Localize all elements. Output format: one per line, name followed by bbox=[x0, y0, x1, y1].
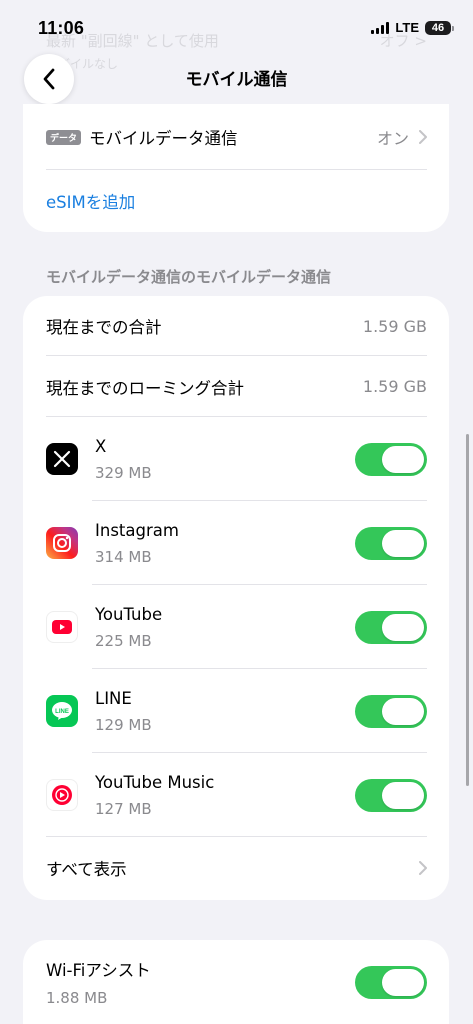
app-usage: 129 MB bbox=[95, 715, 152, 734]
chevron-left-icon bbox=[43, 68, 55, 90]
wifi-assist-usage: 1.88 MB bbox=[46, 989, 108, 1007]
back-button[interactable] bbox=[24, 54, 74, 104]
scrolled-under-label: 最新 "副回線" として使用 bbox=[46, 32, 219, 50]
youtube-app-icon bbox=[46, 611, 78, 643]
app-usage: 329 MB bbox=[95, 463, 152, 482]
app-name: YouTube bbox=[95, 604, 163, 624]
current-total-value: 1.59 GB bbox=[362, 316, 427, 336]
app-row-x: X 329 MB bbox=[23, 417, 449, 501]
app-row-line: LINE LINE 129 MB bbox=[23, 669, 449, 753]
page-title: モバイル通信 bbox=[185, 69, 288, 90]
app-usage: 127 MB bbox=[95, 799, 152, 818]
youtube-music-data-toggle[interactable] bbox=[355, 778, 427, 812]
app-usage: 314 MB bbox=[95, 547, 152, 566]
chevron-right-icon bbox=[419, 861, 427, 875]
app-usage: 225 MB bbox=[95, 631, 152, 650]
navigation-bar: モバイル通信 bbox=[0, 52, 473, 108]
line-app-icon: LINE bbox=[46, 695, 78, 727]
wifi-assist-label: Wi-Fiアシスト bbox=[46, 961, 151, 980]
instagram-app-icon bbox=[46, 527, 78, 559]
roaming-total-value: 1.59 GB bbox=[362, 377, 427, 396]
roaming-total-label: 現在までのローミング合計 bbox=[46, 378, 244, 398]
app-row-youtube: YouTube 225 MB bbox=[23, 585, 449, 669]
section-header: モバイルデータ通信のモバイルデータ通信 bbox=[46, 268, 332, 286]
mobile-data-label: モバイルデータ通信 bbox=[89, 129, 238, 148]
data-badge: データ bbox=[46, 129, 82, 145]
roaming-total-row: 現在までのローミング合計 1.59 GB bbox=[23, 356, 449, 417]
app-name: Instagram bbox=[95, 520, 179, 540]
app-name: X bbox=[95, 436, 107, 456]
svg-text:LINE: LINE bbox=[55, 709, 69, 715]
battery-icon: 46 bbox=[425, 20, 454, 35]
show-all-label: すべて表示 bbox=[46, 860, 127, 879]
usage-card: 現在までの合計 1.59 GB 現在までのローミング合計 1.59 GB X 3… bbox=[23, 296, 449, 900]
instagram-data-toggle[interactable] bbox=[355, 526, 427, 560]
show-all-row[interactable]: すべて表示 bbox=[23, 837, 449, 899]
app-name: LINE bbox=[95, 688, 132, 708]
scroll-indicator[interactable] bbox=[466, 434, 469, 786]
mobile-data-row[interactable]: データ モバイルデータ通信 オン bbox=[23, 104, 449, 170]
add-esim-link[interactable]: eSIMを追加 bbox=[46, 189, 135, 213]
line-data-toggle[interactable] bbox=[355, 694, 427, 728]
mobile-data-card: データ モバイルデータ通信 オン eSIMを追加 bbox=[23, 104, 449, 232]
youtube-data-toggle[interactable] bbox=[355, 610, 427, 644]
app-name: YouTube Music bbox=[95, 772, 215, 792]
add-esim-row[interactable]: eSIMを追加 bbox=[23, 170, 449, 232]
youtube-music-app-icon bbox=[46, 779, 78, 811]
wifi-assist-row: Wi-Fiアシスト 1.88 MB bbox=[23, 940, 449, 1024]
app-row-instagram: Instagram 314 MB bbox=[23, 501, 449, 585]
current-total-row: 現在までの合計 1.59 GB bbox=[23, 296, 449, 356]
app-row-youtube-music: YouTube Music 127 MB bbox=[23, 753, 449, 837]
wifi-assist-toggle[interactable] bbox=[355, 965, 427, 999]
wifi-assist-card: Wi-Fiアシスト 1.88 MB bbox=[23, 940, 449, 1024]
scrolled-under-value: オフ > bbox=[379, 32, 427, 50]
mobile-data-value: オン bbox=[376, 129, 409, 148]
x-data-toggle[interactable] bbox=[355, 442, 427, 476]
chevron-right-icon bbox=[419, 130, 427, 144]
current-total-label: 現在までの合計 bbox=[46, 318, 162, 337]
x-app-icon bbox=[46, 443, 78, 475]
